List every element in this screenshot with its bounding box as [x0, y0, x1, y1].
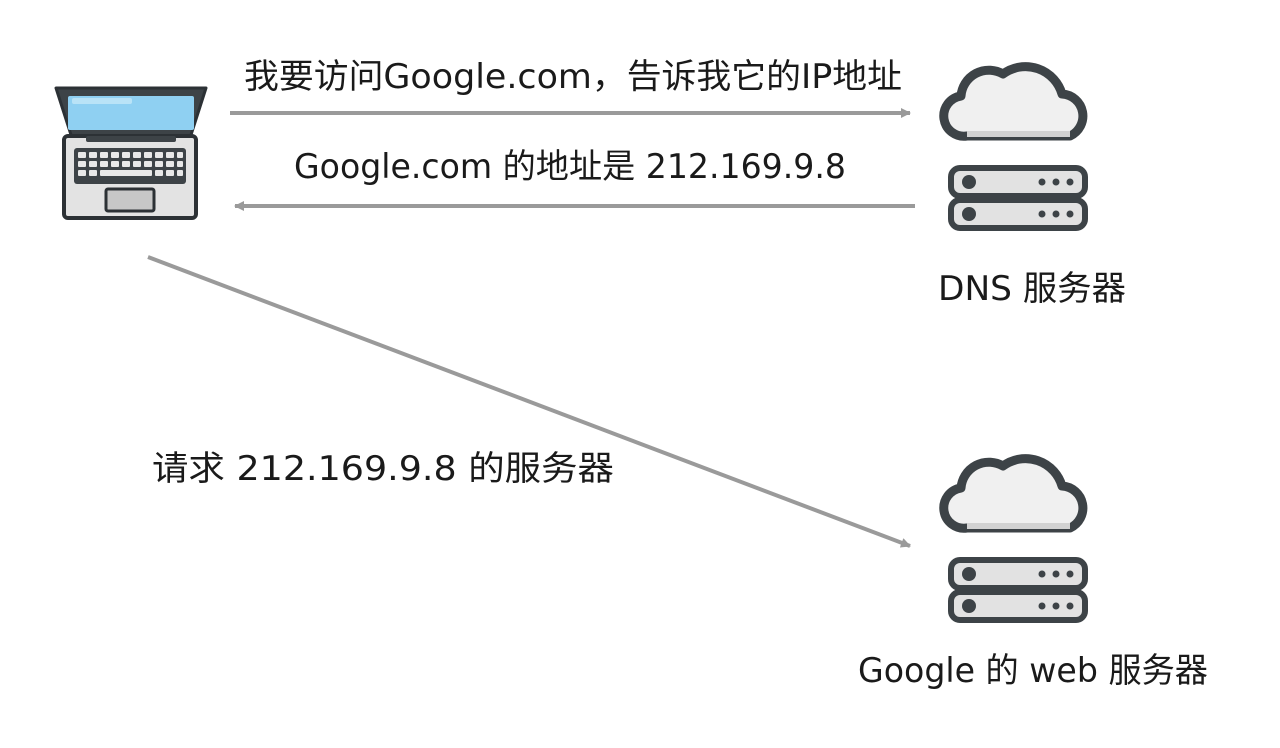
- cloud-icon: [939, 454, 1088, 533]
- web-server-icon: [939, 454, 1088, 623]
- web-server-label: Google 的 web 服务器: [858, 651, 1208, 691]
- reply-label: Google.com 的地址是 212.169.9.8: [294, 147, 846, 187]
- dns-server-icon: [939, 62, 1088, 231]
- laptop-trackpad: [104, 187, 156, 213]
- dns-lookup-diagram: 我要访问Google.com，告诉我它的IP地址 Google.com 的地址是…: [54, 57, 1208, 691]
- server-rack-icon: [948, 557, 1088, 623]
- request-label: 请求 212.169.9.8 的服务器: [152, 449, 614, 489]
- query-label: 我要访问Google.com，告诉我它的IP地址: [244, 57, 902, 97]
- server-rack-icon: [948, 165, 1088, 231]
- request-arrow: [147, 255, 911, 548]
- laptop-icon: [54, 86, 208, 220]
- cloud-icon: [939, 62, 1088, 141]
- dns-server-label: DNS 服务器: [938, 269, 1126, 309]
